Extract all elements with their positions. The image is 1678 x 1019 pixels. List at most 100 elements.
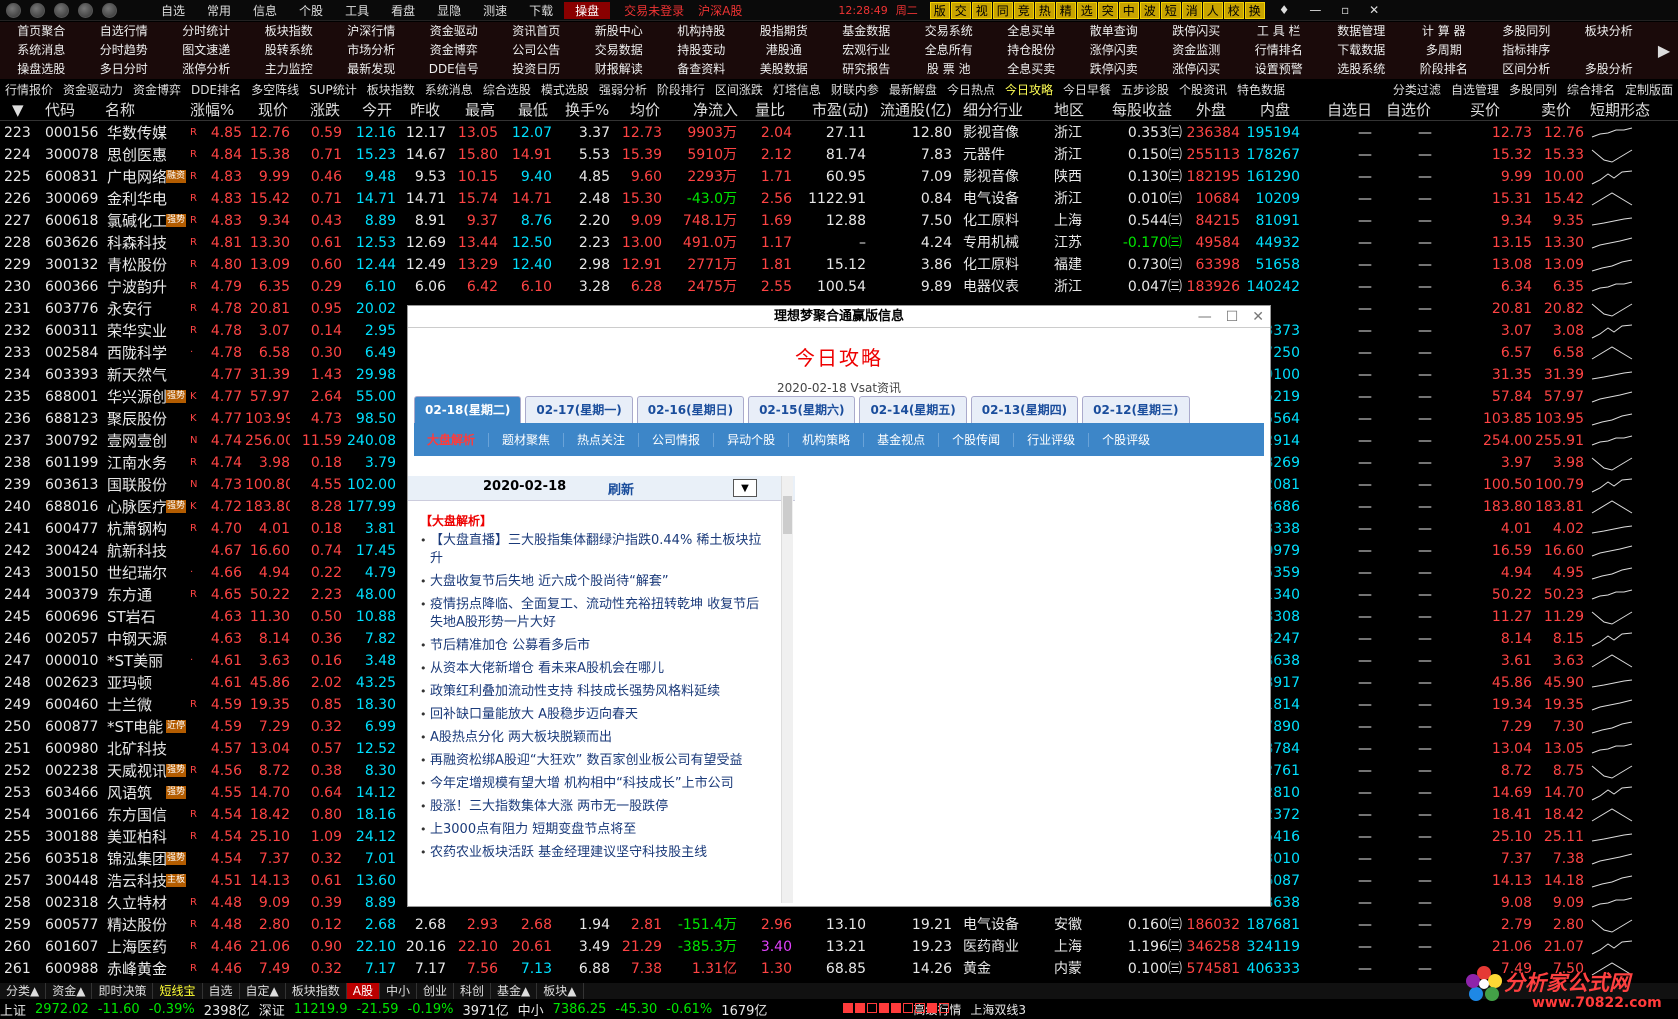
function-menu-item[interactable]: 资讯首页 [495,22,578,41]
subbar-item[interactable]: 最新解盘 [884,81,942,98]
menu-item[interactable]: 测速 [472,2,518,19]
date-tab[interactable]: 02-16(星期日) [636,396,745,423]
news-item[interactable]: 疫情拐点降临、全面复工、流动性充裕扭转乾坤 收复节后失地A股形势一片大好 [420,596,771,632]
function-menu-item[interactable]: 研究报告 [825,60,908,79]
table-row[interactable]: 230 600366 宁波韵升 4.79 6.35 0.29 6.10 6.06 6.42 6.1… [0,276,1678,298]
function-menu-item[interactable]: 投资日历 [495,60,578,79]
date-tab[interactable]: 02-17(星期一) [525,396,633,423]
logo-url[interactable]: www.70822.com [1532,995,1662,1011]
date-tab[interactable]: 02-12(星期三) [1082,396,1190,423]
column-header[interactable]: 现价 [258,99,288,121]
table-row[interactable]: 229 300132 青松股份 4.80 13.09 0.60 12.44 12.49 13.2… [0,254,1678,276]
quick-button[interactable]: 换 [1244,1,1265,19]
quick-button[interactable]: 中 [1118,1,1139,19]
quick-button[interactable]: 交 [950,1,971,19]
function-menu-item[interactable]: 沪深行情 [330,22,413,41]
function-menu-item[interactable]: 散单查询 [1073,22,1156,41]
quick-button[interactable]: 视 [971,1,992,19]
function-menu-item[interactable]: 多股同列 [1485,22,1568,41]
column-header[interactable]: 自选日 [1327,99,1372,121]
minimize-icon[interactable]: — [1198,306,1212,328]
function-menu-item[interactable]: 数据管理 [1320,22,1403,41]
category-tab[interactable]: 行业评级 [1014,432,1090,447]
date-tab[interactable]: 02-14(星期五) [859,396,967,423]
subbar-item[interactable]: 板块指数 [362,81,420,98]
category-tab[interactable]: 基金视点 [864,432,940,447]
quick-button[interactable]: 消 [1181,1,1202,19]
category-tab[interactable]: 热点关注 [564,432,640,447]
column-header[interactable]: 换手% [565,99,609,121]
bottom-tab[interactable]: 板块指数 [286,983,347,999]
table-row[interactable]: 228 603626 科森科技 4.81 13.30 0.61 12.53 12.69 13.4… [0,232,1678,254]
menu-item[interactable]: 信息 [242,2,288,19]
column-header[interactable]: 名称 [105,99,135,121]
function-menu-item[interactable]: 资金监测 [1155,41,1238,60]
quick-button[interactable]: 波 [1139,1,1160,19]
quick-button[interactable]: 选 [1076,1,1097,19]
bottom-tab[interactable]: 板块▲ [537,983,584,999]
bottom-tab[interactable]: A股 [346,983,380,999]
menu-item[interactable]: 显隐 [426,2,472,19]
function-menu-item[interactable]: 主力监控 [248,60,331,79]
quick-button[interactable]: 同 [992,1,1013,19]
function-menu-item[interactable]: 全息所有 [908,41,991,60]
function-menu-item[interactable]: 板块分析 [1568,22,1651,41]
function-menu-item[interactable]: 板块指数 [248,22,331,41]
quick-button[interactable]: 版 [929,1,950,19]
function-menu-item[interactable]: 财报解读 [578,60,661,79]
subbar-item[interactable]: 个股资讯 [1174,81,1232,98]
market-label[interactable]: 沪深A股 [698,2,742,19]
menu-item[interactable]: 个股 [288,2,334,19]
function-menu-item[interactable]: 公司公告 [495,41,578,60]
function-menu-item[interactable]: 基金数据 [825,22,908,41]
news-item[interactable]: 回补缺口量能放大 A股稳步迈向春天 [420,706,771,724]
subbar-item[interactable]: 强弱分析 [594,81,652,98]
menu-item[interactable]: 操盘 [564,1,611,19]
function-menu-item[interactable]: 区间分析 [1485,60,1568,79]
function-menu-item[interactable]: 股 票 池 [908,60,991,79]
column-header[interactable]: 最低 [518,99,548,121]
news-item[interactable]: 再融资松绑A股迎“大狂欢” 数百家创业板公司有望受益 [420,752,771,770]
function-menu-item[interactable]: 持仓股份 [990,41,1073,60]
category-tab[interactable]: 个股传闻 [939,432,1015,447]
subbar-item[interactable]: 灯塔信息 [768,81,826,98]
column-header[interactable]: 均价 [630,99,660,121]
category-tab[interactable]: 机构策略 [789,432,865,447]
table-row[interactable]: 259 600577 精达股份 4.48 2.80 0.12 2.68 2.68 2.93 2.6… [0,914,1678,936]
subbar-item[interactable]: 阶段排行 [652,81,710,98]
function-menu-item[interactable]: 设置预警 [1238,60,1321,79]
function-menu-item[interactable]: 交易系统 [908,22,991,41]
news-item[interactable]: 农药农业板块活跃 基金经理建议坚守科技股主线 [420,844,771,862]
subbar-item[interactable]: 资金博弈 [128,81,186,98]
column-header[interactable]: 地区 [1054,99,1084,121]
menu-item[interactable]: 工具 [334,2,380,19]
function-menu-item[interactable]: 选股系统 [1320,60,1403,79]
bottom-tab[interactable]: 创业 [417,983,455,999]
table-row[interactable]: 226 300069 金利华电 4.83 15.42 0.71 14.71 14.71 15.7… [0,188,1678,210]
function-menu-item[interactable]: 跌停闪卖 [1073,60,1156,79]
function-menu-item[interactable]: 下载数据 [1320,41,1403,60]
round-button[interactable] [78,2,93,18]
subbar-right-item[interactable]: 综合排名 [1562,81,1620,98]
function-menu-item[interactable]: 图文速递 [165,41,248,60]
function-menu-item[interactable]: 股指期货 [743,22,826,41]
quick-button[interactable]: 校 [1223,1,1244,19]
subbar-right-item[interactable]: 多股同列 [1504,81,1562,98]
date-tab[interactable]: 02-18(星期二) [414,396,522,423]
column-header[interactable]: 自选价 [1386,99,1431,121]
date-tab[interactable]: 02-13(星期四) [970,396,1079,423]
category-tab[interactable]: 大盘解析 [414,432,490,447]
dropdown-icon[interactable]: ▼ [733,479,757,497]
round-button[interactable] [102,2,117,18]
function-menu-item[interactable]: 首页聚合 [0,22,83,41]
login-status[interactable]: 交易未登录 [624,2,684,19]
date-tab[interactable]: 02-15(星期六) [748,396,856,423]
news-item[interactable]: 股涨！三大指数集体大涨 两市无一股跌停 [420,798,771,816]
bottom-tab[interactable]: 短线宝 [153,983,203,999]
column-header[interactable]: 内盘 [1260,99,1290,121]
function-menu-item[interactable]: 涨停分析 [165,60,248,79]
function-menu-item[interactable]: 全息买单 [990,22,1073,41]
scrollbar[interactable] [781,476,793,903]
column-header[interactable]: 每股收益 [1112,99,1172,121]
function-menu-item[interactable]: 持股变动 [660,41,743,60]
